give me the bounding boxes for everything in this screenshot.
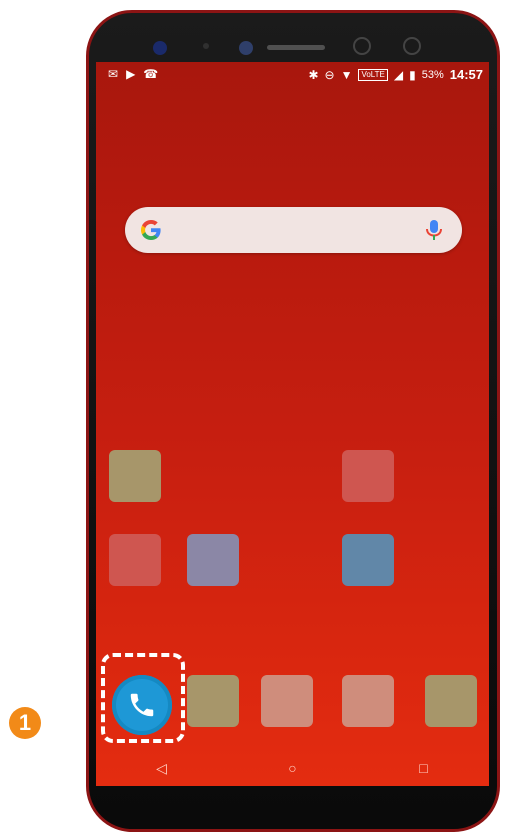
search-input[interactable]: [175, 217, 412, 245]
dock-app-icon[interactable]: [261, 675, 313, 727]
battery-icon: ▮: [409, 67, 416, 82]
gmail-icon: ✉: [108, 67, 119, 81]
youtube-icon: ▶: [126, 67, 136, 81]
highlight-box: [101, 653, 185, 743]
app-icon[interactable]: [342, 534, 394, 586]
wifi-icon: ▼: [340, 67, 353, 82]
volte-icon: VoLTE: [358, 68, 388, 81]
back-button[interactable]: ◁: [147, 760, 177, 777]
app-icon[interactable]: [342, 450, 394, 502]
clock: 14:57: [449, 67, 483, 82]
home-screen: ✉ ▶ ☎ ✱ ⊖ ▼ VoLTE ◢ ▮ 53% 14:57 ◁ ○ □: [96, 62, 489, 786]
app-icon[interactable]: [187, 534, 239, 586]
navigation-bar: ◁ ○ □: [96, 750, 489, 786]
recents-button[interactable]: □: [409, 760, 439, 776]
google-g-icon: [141, 220, 161, 240]
earpiece-speaker: [267, 45, 325, 50]
do-not-disturb-icon: ⊖: [324, 67, 335, 82]
home-button[interactable]: ○: [278, 760, 308, 776]
dock-app-icon[interactable]: [425, 675, 477, 727]
app-icon[interactable]: [109, 450, 161, 502]
missed-call-icon: ☎: [143, 67, 159, 81]
camera-lens-icon: [239, 41, 253, 55]
sensor-circle-icon: [353, 37, 371, 55]
signal-icon: ◢: [393, 67, 404, 82]
sensor-circle-icon: [403, 37, 421, 55]
dock-app-icon[interactable]: [187, 675, 239, 727]
battery-percent: 53%: [421, 68, 444, 81]
google-search-bar[interactable]: [125, 207, 462, 253]
front-camera-icon: [153, 41, 167, 55]
step-number-badge: 1: [9, 707, 41, 739]
dock-app-icon[interactable]: [342, 675, 394, 727]
mic-icon[interactable]: [424, 218, 444, 242]
bluetooth-icon: ✱: [308, 67, 319, 82]
status-bar: ✉ ▶ ☎ ✱ ⊖ ▼ VoLTE ◢ ▮ 53% 14:57: [96, 62, 489, 88]
app-icon[interactable]: [109, 534, 161, 586]
sensor-icon: [203, 43, 209, 49]
